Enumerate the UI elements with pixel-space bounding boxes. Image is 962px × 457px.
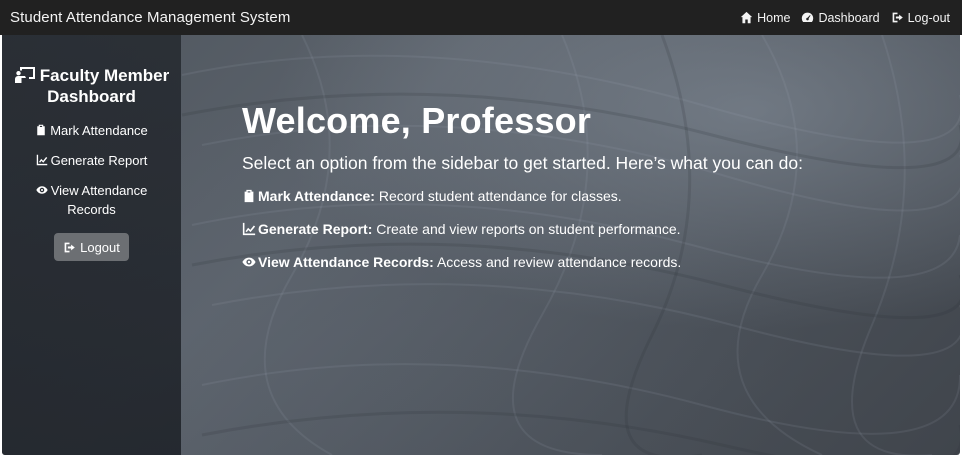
- top-navbar: Student Attendance Management System Hom…: [0, 0, 962, 35]
- sidebar-item-label: Mark Attendance: [50, 123, 148, 138]
- eye-icon: [242, 257, 256, 267]
- feature-description: Create and view reports on student perfo…: [376, 221, 681, 237]
- feature-generate-report: Generate Report: Create and view reports…: [242, 219, 803, 240]
- sidebar-item-generate-report[interactable]: Generate Report: [2, 151, 181, 170]
- app-window: Student Attendance Management System Hom…: [0, 0, 962, 457]
- sidebar-item-label: View Attendance Records: [50, 183, 148, 217]
- logout-icon: [64, 242, 75, 252]
- nav-home-label: Home: [757, 10, 791, 25]
- sidebar-title: Faculty Member Dashboard: [2, 65, 181, 107]
- nav-home-link[interactable]: Home: [740, 11, 790, 25]
- nav-dashboard-link[interactable]: Dashboard: [801, 10, 880, 25]
- home-icon: [740, 11, 753, 24]
- feature-description: Record student attendance for classes.: [378, 188, 622, 204]
- chart-line-icon: [242, 222, 256, 236]
- sidebar-title-text: Faculty Member Dashboard: [39, 66, 170, 106]
- feature-title: View Attendance Records:: [258, 254, 434, 270]
- sidebar: Faculty Member Dashboard Mark Attendance…: [2, 35, 181, 455]
- page-subtitle: Select an option from the sidebar to get…: [242, 153, 803, 173]
- nav-logout-label: Log-out: [907, 10, 950, 25]
- sidebar-item-mark-attendance[interactable]: Mark Attendance: [2, 121, 181, 140]
- clipboard-check-icon: [37, 124, 45, 136]
- sidebar-menu: Mark Attendance Generate Report View Att…: [2, 121, 181, 219]
- chart-line-icon: [36, 154, 47, 166]
- nav-dashboard-label: Dashboard: [818, 10, 880, 25]
- clipboard-check-icon: [244, 189, 254, 203]
- chalkboard-teacher-icon: [14, 67, 35, 83]
- feature-view-records: View Attendance Records: Access and revi…: [242, 252, 803, 273]
- feature-title: Generate Report:: [258, 221, 373, 237]
- main-area: Faculty Member Dashboard Mark Attendance…: [2, 35, 960, 455]
- feature-title: Mark Attendance:: [258, 188, 375, 204]
- eye-icon: [36, 186, 48, 194]
- page-title: Welcome, Professor: [242, 100, 592, 141]
- top-nav: Home Dashboard Log-out: [740, 11, 950, 25]
- feature-description: Access and review attendance records.: [436, 254, 682, 270]
- welcome-panel: Welcome, Professor Select an option from…: [242, 101, 803, 273]
- brand-title[interactable]: Student Attendance Management System: [10, 9, 290, 26]
- feature-mark-attendance: Mark Attendance: Record student attendan…: [242, 186, 803, 207]
- logout-icon: [892, 12, 903, 23]
- logout-button-label: Logout: [80, 239, 120, 255]
- sidebar-item-view-records[interactable]: View Attendance Records: [2, 181, 181, 219]
- nav-logout-link[interactable]: Log-out: [891, 11, 950, 25]
- logout-button[interactable]: Logout: [54, 233, 129, 261]
- dashboard-icon: [802, 12, 814, 22]
- sidebar-item-label: Generate Report: [50, 153, 148, 168]
